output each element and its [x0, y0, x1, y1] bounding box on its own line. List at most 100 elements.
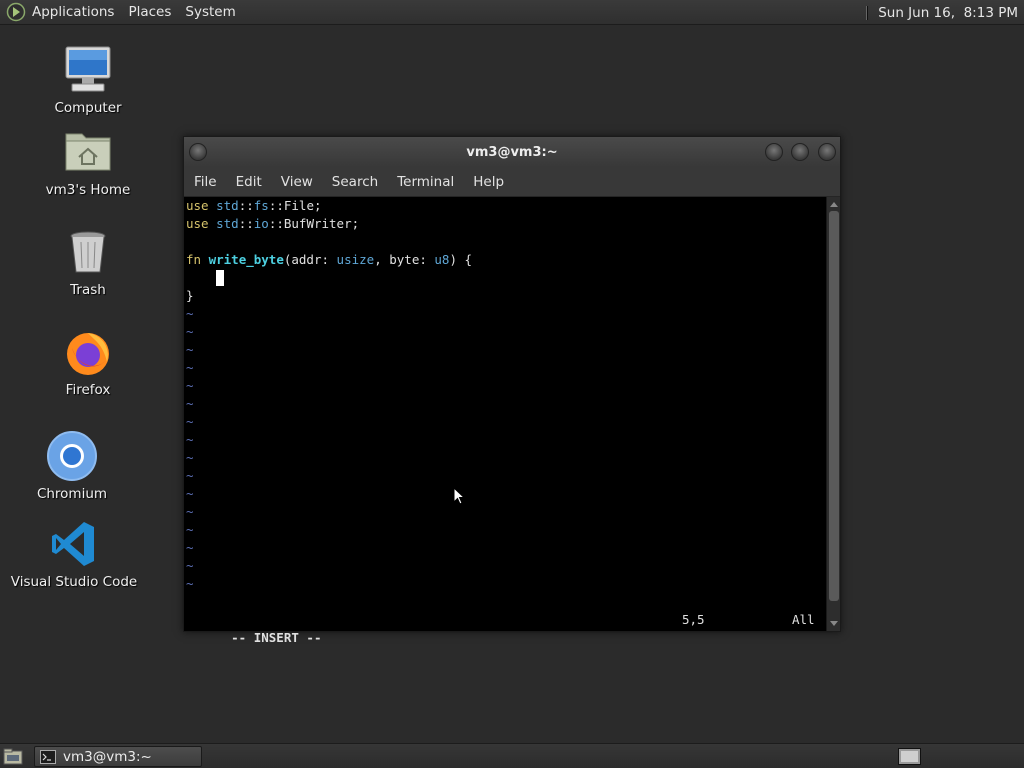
empty-line-marker: ~ [186, 540, 194, 555]
clock-area: Sun Jun 16, 8:13 PM [866, 0, 1018, 25]
firefox-icon [62, 326, 114, 378]
empty-line-marker: ~ [186, 576, 194, 591]
empty-line-marker: ~ [186, 450, 194, 465]
trash-icon [62, 226, 114, 278]
desktop-icon-label: Trash [70, 282, 106, 298]
code-text: File; [283, 198, 322, 213]
terminal-menubar: File Edit View Search Terminal Help [184, 167, 840, 197]
terminal-scrollbar[interactable] [826, 197, 840, 631]
menu-file[interactable]: File [194, 174, 217, 190]
top-menu: Applications Places System [0, 0, 250, 25]
desktop-icon-label: Firefox [65, 382, 111, 398]
desktop-icon-label: vm3's Home [45, 182, 131, 198]
empty-line-marker: ~ [186, 522, 194, 537]
empty-line-marker: ~ [186, 486, 194, 501]
menu-search[interactable]: Search [332, 174, 378, 190]
keyword: use [186, 198, 209, 213]
empty-line-marker: ~ [186, 360, 194, 375]
taskbar-window-label: vm3@vm3:~ [63, 748, 152, 765]
menu-applications[interactable]: Applications [32, 4, 114, 20]
empty-line-marker: ~ [186, 306, 194, 321]
cursor-position: 5,5 [682, 612, 705, 627]
terminal-window[interactable]: vm3@vm3:~ File Edit View Search Terminal… [183, 136, 841, 645]
terminal-icon [40, 749, 56, 764]
path-separator: :: [268, 198, 284, 213]
desktop-icon-chromium[interactable]: Chromium [17, 430, 127, 502]
window-title: vm3@vm3:~ [466, 144, 558, 160]
clock[interactable]: Sun Jun 16, 8:13 PM [878, 5, 1018, 21]
empty-line-marker: ~ [186, 324, 194, 339]
type-name: usize [336, 252, 375, 267]
bottom-panel: vm3@vm3:~ [0, 743, 1024, 768]
mouse-pointer-icon [453, 487, 465, 505]
window-titlebar[interactable]: vm3@vm3:~ [184, 137, 840, 167]
code-text: BufWriter; [283, 216, 360, 231]
code-line: fn write_byte(addr: usize, byte: u8) { [186, 251, 826, 269]
taskbar-window-button[interactable]: vm3@vm3:~ [34, 746, 202, 767]
vim-status-line: -- INSERT -- 5,5 All [186, 611, 822, 645]
vim-mode-indicator: -- INSERT -- [231, 630, 322, 645]
menu-places[interactable]: Places [128, 4, 171, 20]
workspace-switcher[interactable] [898, 748, 921, 765]
chromium-icon [46, 430, 98, 482]
menu-edit[interactable]: Edit [236, 174, 262, 190]
minimize-button[interactable] [765, 143, 783, 161]
menu-system[interactable]: System [185, 4, 235, 20]
maximize-button[interactable] [791, 143, 809, 161]
desktop-icon-trash[interactable]: Trash [33, 226, 143, 298]
desktop-icon-firefox[interactable]: Firefox [33, 326, 143, 398]
code-text: } [186, 288, 194, 303]
empty-line-marker: ~ [186, 378, 194, 393]
show-desktop-icon[interactable] [3, 748, 23, 765]
code-text: ) { [449, 252, 473, 267]
path-segment: std [216, 216, 239, 231]
function-name: write_byte [208, 252, 284, 267]
empty-line-marker: ~ [186, 396, 194, 411]
path-segment: std [216, 198, 239, 213]
empty-line-marker: ~ [186, 342, 194, 357]
path-separator: :: [238, 198, 254, 213]
scroll-down-arrow-icon[interactable] [830, 621, 838, 626]
vscode-icon [48, 518, 100, 570]
computer-icon [62, 44, 114, 96]
keyword: fn [186, 252, 202, 267]
empty-line-marker: ~ [186, 414, 194, 429]
desktop-icon-vscode[interactable]: Visual Studio Code [11, 518, 137, 590]
desktop-icon-label: Chromium [36, 486, 108, 502]
desktop-icon-home[interactable]: vm3's Home [33, 126, 143, 198]
text-cursor [216, 270, 225, 286]
empty-line-marker: ~ [186, 468, 194, 483]
keyword: use [186, 216, 209, 231]
code-line: use std::io::BufWriter; [186, 215, 826, 233]
menu-help[interactable]: Help [473, 174, 504, 190]
workspace-thumbnail [901, 751, 918, 762]
home-folder-icon [62, 126, 114, 178]
scroll-up-arrow-icon[interactable] [829, 202, 838, 207]
empty-line-marker: ~ [186, 504, 194, 519]
scroll-percentage: All [792, 612, 815, 627]
menu-terminal[interactable]: Terminal [397, 174, 454, 190]
empty-line-marker: ~ [186, 432, 194, 447]
code-text: (addr: [283, 252, 337, 267]
desktop-icon-label: Visual Studio Code [10, 574, 138, 590]
top-panel: Applications Places System Sun Jun 16, 8… [0, 0, 1024, 25]
menu-view[interactable]: View [281, 174, 313, 190]
desktop-icon-computer[interactable]: Computer [33, 44, 143, 116]
desktop-icon-label: Computer [54, 100, 122, 116]
path-segment: io [253, 216, 269, 231]
panel-separator [866, 5, 869, 20]
code-line: use std::fs::File; [186, 197, 826, 215]
path-segment: fs [253, 198, 269, 213]
scrollbar-thumb[interactable] [829, 211, 839, 601]
window-menu-button[interactable] [189, 143, 207, 161]
code-line: } [186, 287, 826, 305]
code-text: , byte: [374, 252, 435, 267]
empty-line-marker: ~ [186, 558, 194, 573]
terminal-text-area[interactable]: use std::fs::File; use std::io::BufWrite… [184, 197, 826, 645]
code-line [186, 269, 826, 287]
distro-logo-icon[interactable] [6, 2, 26, 22]
path-separator: :: [238, 216, 254, 231]
close-button[interactable] [818, 143, 836, 161]
type-name: u8 [434, 252, 450, 267]
